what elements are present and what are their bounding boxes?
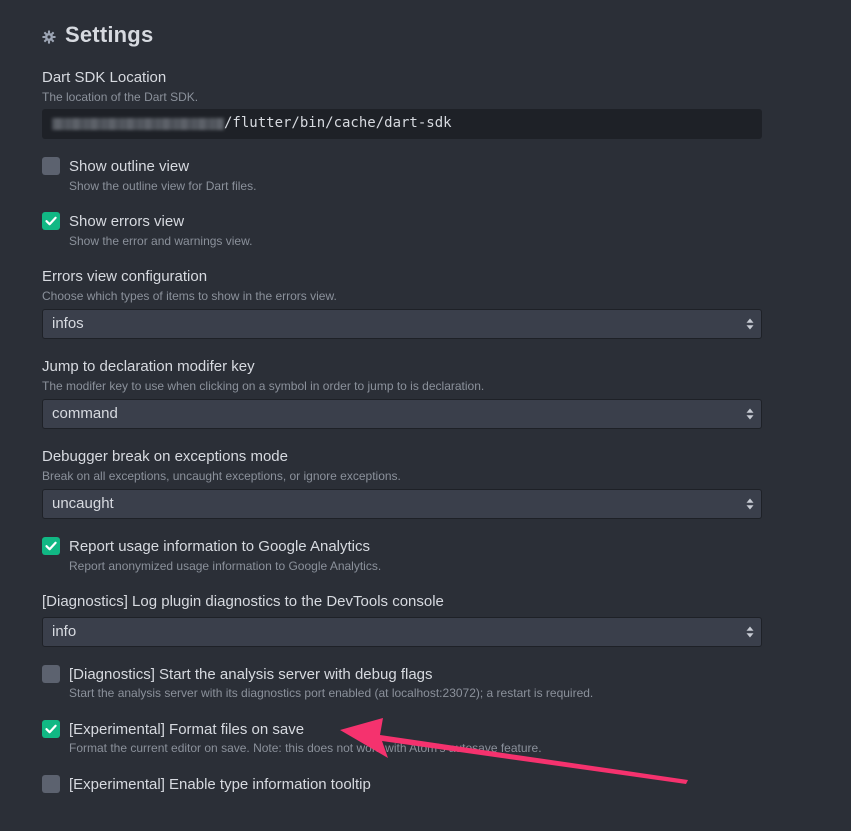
format-on-save-checkbox[interactable] (42, 720, 60, 738)
diagnostics-debug-description: Start the analysis server with its diagn… (69, 686, 594, 700)
checkmark-icon (45, 216, 57, 226)
format-on-save-label: [Experimental] Format files on save (69, 721, 305, 738)
show-outline-checkbox[interactable] (42, 157, 60, 175)
show-outline-label: Show outline view (69, 158, 190, 175)
sdk-location-input[interactable]: /flutter/bin/cache/dart-sdk (42, 109, 762, 139)
jump-key-select[interactable]: command (42, 399, 762, 429)
diagnostics-log-value: info (52, 623, 77, 640)
errors-config-label: Errors view configuration (42, 268, 208, 285)
gear-icon (42, 30, 56, 44)
type-tooltip-label: [Experimental] Enable type information t… (69, 776, 371, 793)
diagnostics-debug-checkbox[interactable] (42, 665, 60, 683)
errors-config-description: Choose which types of items to show in t… (42, 289, 337, 303)
show-errors-checkbox[interactable] (42, 212, 60, 230)
sdk-location-description: The location of the Dart SDK. (42, 90, 199, 104)
select-arrows-icon (746, 498, 754, 510)
jump-key-description: The modifer key to use when clicking on … (42, 379, 485, 393)
type-tooltip-checkbox[interactable] (42, 775, 60, 793)
select-arrows-icon (746, 626, 754, 638)
show-errors-description: Show the error and warnings view. (69, 234, 253, 248)
settings-header: Settings (42, 22, 153, 48)
errors-config-select[interactable]: infos (42, 309, 762, 339)
diagnostics-debug-label: [Diagnostics] Start the analysis server … (69, 666, 433, 683)
sdk-location-label: Dart SDK Location (42, 69, 167, 86)
diagnostics-log-label: [Diagnostics] Log plugin diagnostics to … (42, 593, 444, 610)
debugger-mode-description: Break on all exceptions, uncaught except… (42, 469, 401, 483)
show-outline-description: Show the outline view for Dart files. (69, 179, 257, 193)
select-arrows-icon (746, 408, 754, 420)
settings-panel: Settings Dart SDK Location The location … (0, 0, 851, 831)
page-title: Settings (65, 22, 154, 47)
analytics-checkbox[interactable] (42, 537, 60, 555)
show-errors-label: Show errors view (69, 213, 185, 230)
jump-key-label: Jump to declaration modifer key (42, 358, 255, 375)
analytics-label: Report usage information to Google Analy… (69, 538, 371, 555)
analytics-description: Report anonymized usage information to G… (69, 559, 382, 573)
checkmark-icon (45, 541, 57, 551)
diagnostics-log-select[interactable]: info (42, 617, 762, 647)
redacted-path-prefix (52, 118, 224, 130)
errors-config-value: infos (52, 315, 84, 332)
checkmark-icon (45, 724, 57, 734)
select-arrows-icon (746, 318, 754, 330)
debugger-mode-value: uncaught (52, 495, 114, 512)
sdk-location-value: /flutter/bin/cache/dart-sdk (224, 115, 452, 131)
jump-key-value: command (52, 405, 118, 422)
debugger-mode-select[interactable]: uncaught (42, 489, 762, 519)
format-on-save-description: Format the current editor on save. Note:… (69, 741, 542, 755)
debugger-mode-label: Debugger break on exceptions mode (42, 448, 288, 465)
